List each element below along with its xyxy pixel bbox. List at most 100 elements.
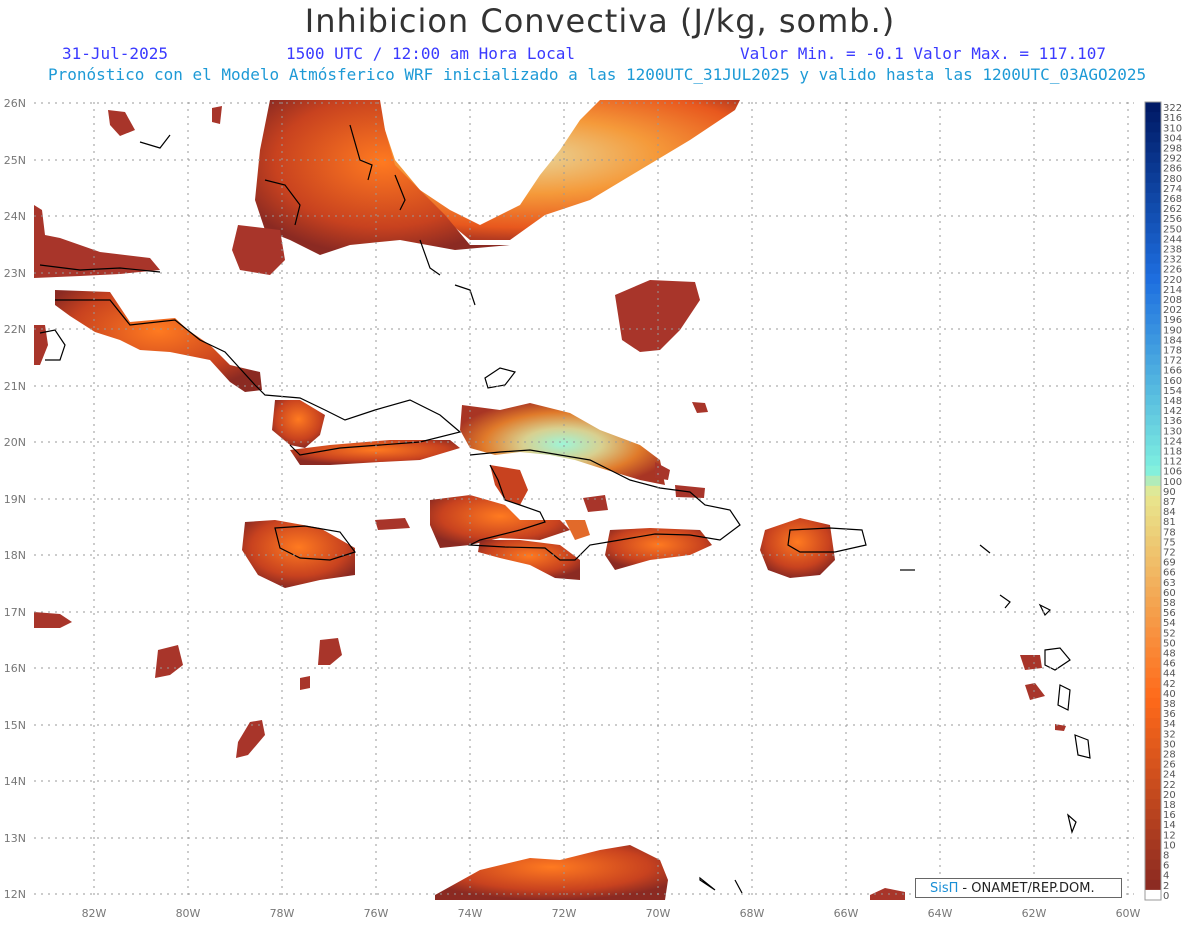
lat-label: 16N bbox=[4, 662, 26, 675]
legend-swatch bbox=[1145, 758, 1161, 770]
lat-label: 17N bbox=[4, 606, 26, 619]
credit-brand: SisΠ bbox=[930, 880, 959, 896]
legend-swatch bbox=[1145, 112, 1161, 123]
lat-label: 13N bbox=[4, 832, 26, 845]
legend-swatch bbox=[1145, 253, 1161, 265]
legend-swatch bbox=[1145, 132, 1161, 143]
legend-swatch bbox=[1145, 435, 1161, 446]
legend-swatch bbox=[1145, 768, 1161, 780]
lon-label: 64W bbox=[928, 907, 953, 920]
legend-swatch bbox=[1145, 293, 1161, 305]
legend-swatch bbox=[1145, 233, 1161, 244]
legend-swatch bbox=[1145, 788, 1161, 800]
legend-swatch bbox=[1145, 536, 1161, 547]
legend-label: 0 bbox=[1163, 891, 1169, 902]
lat-label: 25N bbox=[4, 154, 26, 167]
credit-box: SisΠ - ONAMET/REP.DOM. bbox=[915, 878, 1122, 898]
legend-swatch bbox=[1145, 879, 1161, 891]
legend-swatch bbox=[1145, 869, 1161, 881]
lat-labels: 26N 25N 24N 23N 22N 21N 20N 19N 18N 17N … bbox=[4, 97, 26, 901]
legend-swatch bbox=[1145, 162, 1161, 174]
legend-swatch bbox=[1145, 657, 1161, 669]
legend-swatch bbox=[1145, 405, 1161, 416]
lon-label: 70W bbox=[646, 907, 671, 920]
legend-swatch bbox=[1145, 647, 1161, 659]
legend-swatch bbox=[1145, 566, 1161, 578]
lon-label: 82W bbox=[82, 907, 107, 920]
lon-label: 60W bbox=[1116, 907, 1141, 920]
legend-swatch bbox=[1145, 223, 1161, 234]
legend-swatch bbox=[1145, 516, 1161, 527]
lon-label: 62W bbox=[1022, 907, 1047, 920]
legend-swatch bbox=[1145, 182, 1161, 194]
legend-swatch bbox=[1145, 475, 1161, 487]
legend-swatch bbox=[1145, 708, 1161, 719]
legend-swatch bbox=[1145, 556, 1161, 568]
lat-label: 23N bbox=[4, 267, 26, 280]
legend-swatch bbox=[1145, 596, 1161, 608]
legend-swatch bbox=[1145, 203, 1161, 214]
legend-swatch bbox=[1145, 697, 1161, 709]
legend-swatch bbox=[1145, 334, 1161, 345]
legend-swatch bbox=[1145, 546, 1161, 558]
legend-swatch bbox=[1145, 778, 1161, 790]
lat-label: 12N bbox=[4, 888, 26, 901]
color-legend: 3223163103042982922862802742682622562502… bbox=[1144, 101, 1182, 902]
legend-swatch bbox=[1145, 273, 1161, 285]
credit-text: - ONAMET/REP.DOM. bbox=[962, 880, 1095, 896]
lon-label: 80W bbox=[176, 907, 201, 920]
legend-swatch bbox=[1145, 677, 1161, 689]
lon-label: 72W bbox=[552, 907, 577, 920]
legend-swatch bbox=[1145, 617, 1161, 628]
legend-swatch bbox=[1145, 324, 1161, 335]
legend-swatch bbox=[1145, 506, 1161, 517]
lat-label: 21N bbox=[4, 380, 26, 393]
legend-swatch bbox=[1145, 637, 1161, 648]
lat-label: 22N bbox=[4, 323, 26, 336]
legend-swatch bbox=[1145, 738, 1161, 749]
legend-swatch bbox=[1145, 243, 1161, 255]
legend-swatch bbox=[1145, 425, 1161, 436]
legend-swatch bbox=[1145, 304, 1161, 315]
legend-swatch bbox=[1145, 849, 1161, 861]
legend-swatch bbox=[1145, 394, 1161, 406]
legend-swatch bbox=[1145, 102, 1161, 113]
lon-labels: 82W 80W 78W 76W 74W 72W 70W 68W 66W 64W … bbox=[82, 907, 1141, 920]
legend-swatch bbox=[1145, 728, 1161, 739]
lat-label: 24N bbox=[4, 210, 26, 223]
lat-label: 18N bbox=[4, 549, 26, 562]
legend-swatch bbox=[1145, 364, 1161, 376]
legend-swatch bbox=[1145, 889, 1161, 901]
legend-swatch bbox=[1145, 192, 1161, 204]
legend-swatch bbox=[1145, 829, 1161, 840]
lat-label: 19N bbox=[4, 493, 26, 506]
legend-swatch bbox=[1145, 526, 1161, 537]
legend-swatch bbox=[1145, 172, 1161, 184]
legend-swatch bbox=[1145, 263, 1161, 275]
legend-swatch bbox=[1145, 667, 1161, 679]
legend-swatch bbox=[1145, 839, 1161, 850]
legend-swatch bbox=[1145, 819, 1161, 830]
legend-swatch bbox=[1145, 586, 1161, 598]
legend-swatch bbox=[1145, 314, 1161, 325]
lon-label: 68W bbox=[740, 907, 765, 920]
legend-swatch bbox=[1145, 485, 1161, 497]
legend-swatch bbox=[1145, 152, 1161, 164]
legend-swatch bbox=[1145, 809, 1161, 820]
legend-swatch bbox=[1145, 576, 1161, 588]
legend-swatch bbox=[1145, 627, 1161, 638]
legend-swatch bbox=[1145, 798, 1161, 810]
legend-swatch bbox=[1145, 384, 1161, 396]
legend-swatch bbox=[1145, 122, 1161, 133]
legend-swatch bbox=[1145, 859, 1161, 871]
cin-map: 26N 25N 24N 23N 22N 21N 20N 19N 18N 17N … bbox=[4, 97, 1182, 920]
legend-swatch bbox=[1145, 283, 1161, 295]
lat-label: 14N bbox=[4, 775, 26, 788]
legend-swatch bbox=[1145, 748, 1161, 760]
legend-swatch bbox=[1145, 495, 1161, 507]
lat-label: 20N bbox=[4, 436, 26, 449]
legend-swatch bbox=[1145, 455, 1161, 467]
legend-swatch bbox=[1145, 344, 1161, 356]
legend-swatch bbox=[1145, 718, 1161, 729]
legend-swatch bbox=[1145, 687, 1161, 699]
